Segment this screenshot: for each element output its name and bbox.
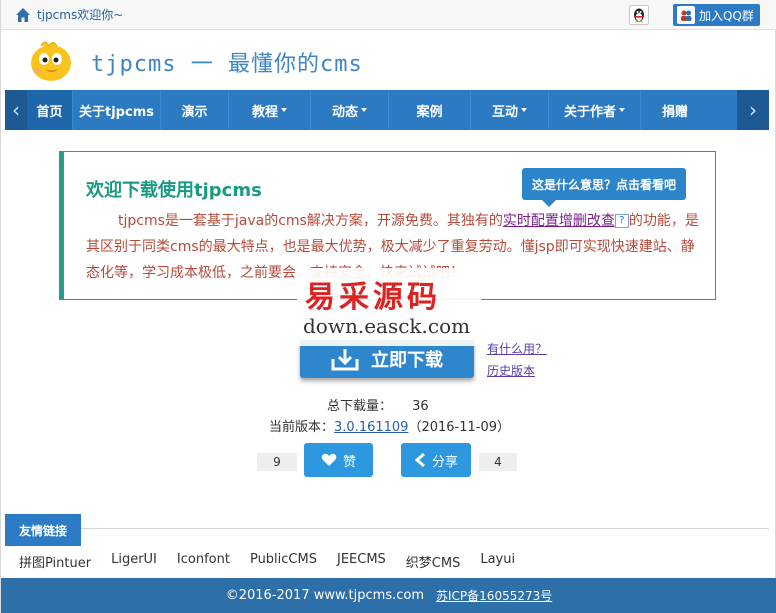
like-button[interactable]: 赞 xyxy=(304,443,373,477)
site-footer: ©2016-2017 www.tjpcms.com 苏ICP备16055273号 xyxy=(1,578,776,613)
friend-link[interactable]: LigerUI xyxy=(111,552,157,571)
welcome-text: tjpcms欢迎你~ xyxy=(37,8,124,22)
friend-link[interactable]: JEECMS xyxy=(337,552,386,571)
friend-link[interactable]: 织梦CMS xyxy=(406,552,461,571)
join-qq-group-label: 加入QQ群 xyxy=(699,8,754,23)
nav-item-interact[interactable]: 互动 xyxy=(471,90,549,130)
chevron-down-icon xyxy=(619,108,625,112)
total-downloads-label: 总下载量： xyxy=(327,399,393,414)
page: tjpcms欢迎你~ 加入QQ群 tjpcms 一 最懂你的cms ‹ 首页 关… xyxy=(0,0,776,613)
group-icon xyxy=(677,6,695,24)
home-icon xyxy=(16,7,30,22)
penguin-icon xyxy=(634,8,644,23)
nav-item-label: 关于作者 xyxy=(563,104,616,120)
friend-links-list: 拼图Pintuer LigerUI Iconfont PublicCMS JEE… xyxy=(19,552,535,571)
share-chevron-icon xyxy=(414,453,425,467)
share-button[interactable]: 分享 xyxy=(401,443,471,477)
chevron-down-icon xyxy=(521,108,527,112)
help-question-icon[interactable]: ? xyxy=(614,214,629,228)
watermark-cn: 易采源码 xyxy=(305,280,441,315)
friend-links-heading: 友情链接 xyxy=(5,514,81,546)
nav-item-label: 教程 xyxy=(251,104,278,120)
main-nav: ‹ 首页 关于tjpcms 演示 教程 动态 案例 互动 关于作者 捐赠 › xyxy=(5,90,769,130)
watermark-url: down.easck.com xyxy=(303,314,471,338)
history-version-link[interactable]: 历史版本 xyxy=(487,360,547,382)
watermark: 易采源码 down.easck.com xyxy=(297,268,481,346)
total-downloads: 总下载量： 36 xyxy=(327,395,429,414)
nav-item-label: 案例 xyxy=(416,104,443,120)
top-bar: tjpcms欢迎你~ 加入QQ群 xyxy=(1,0,776,30)
nav-item-label: 互动 xyxy=(491,104,518,120)
nav-item-label: 捐赠 xyxy=(661,104,688,120)
like-count: 9 xyxy=(257,453,297,471)
welcome-link[interactable]: tjpcms欢迎你~ xyxy=(15,6,123,23)
share-label: 分享 xyxy=(431,454,458,470)
icp-link[interactable]: 苏ICP备16055273号 xyxy=(436,587,552,604)
download-links: 有什么用？ 历史版本 xyxy=(487,338,547,382)
join-qq-group-button[interactable]: 加入QQ群 xyxy=(673,4,760,26)
current-version: 当前版本：3.0.161109（2016-11-09） xyxy=(269,416,510,435)
friend-link[interactable]: 拼图Pintuer xyxy=(19,552,91,571)
nav-item-donate[interactable]: 捐赠 xyxy=(641,90,709,130)
like-label: 赞 xyxy=(342,454,356,470)
what-use-link[interactable]: 有什么用？ xyxy=(487,338,547,360)
nav-item-label: 动态 xyxy=(331,104,358,120)
current-version-label: 当前版本： xyxy=(269,420,335,435)
heart-icon xyxy=(321,453,337,466)
nav-next-arrow-icon[interactable]: › xyxy=(737,90,769,130)
notice-title: 欢迎下载使用tjpcms xyxy=(86,180,262,201)
nav-item-about-author[interactable]: 关于作者 xyxy=(549,90,641,130)
nav-item-cases[interactable]: 案例 xyxy=(389,90,471,130)
chevron-down-icon xyxy=(361,108,367,112)
site-logo[interactable] xyxy=(27,38,75,84)
nav-item-about-tjpcms[interactable]: 关于tjpcms xyxy=(73,90,161,130)
nav-item-home[interactable]: 首页 xyxy=(27,90,73,130)
divider xyxy=(81,528,769,529)
nav-item-label: 演示 xyxy=(181,104,208,120)
current-version-link[interactable]: 3.0.161109 xyxy=(334,420,408,435)
realtime-config-link[interactable]: 实时配置增删改查 xyxy=(503,213,615,229)
share-count: 4 xyxy=(479,453,517,471)
nav-prev-arrow-icon[interactable]: ‹ xyxy=(5,90,27,130)
current-version-date: （2016-11-09） xyxy=(408,420,511,435)
nav-item-news[interactable]: 动态 xyxy=(311,90,389,130)
notice-text-before: tjpcms是一套基于java的cms解决方案，开源免费。其独有的 xyxy=(118,213,503,229)
nav-item-tutorial[interactable]: 教程 xyxy=(229,90,311,130)
nav-item-label: 首页 xyxy=(36,104,63,120)
site-title: tjpcms 一 最懂你的cms xyxy=(91,52,363,77)
nav-item-label: 关于tjpcms xyxy=(79,104,154,120)
chevron-down-icon xyxy=(281,108,287,112)
friend-link[interactable]: Iconfont xyxy=(177,552,230,571)
download-now-label: 立即下载 xyxy=(371,350,443,371)
friend-link[interactable]: PublicCMS xyxy=(250,552,317,571)
explain-tooltip[interactable]: 这是什么意思？点击看看吧 xyxy=(522,168,686,207)
friend-link[interactable]: Layui xyxy=(480,552,515,571)
total-downloads-value: 36 xyxy=(412,399,429,414)
qq-penguin-icon[interactable] xyxy=(629,5,649,25)
nav-item-demo[interactable]: 演示 xyxy=(161,90,229,130)
download-icon xyxy=(331,349,359,371)
copyright-text: ©2016-2017 www.tjpcms.com xyxy=(225,588,425,603)
nav-items: 首页 关于tjpcms 演示 教程 动态 案例 互动 关于作者 捐赠 xyxy=(27,90,709,130)
site-header: tjpcms 一 最懂你的cms xyxy=(1,30,776,90)
